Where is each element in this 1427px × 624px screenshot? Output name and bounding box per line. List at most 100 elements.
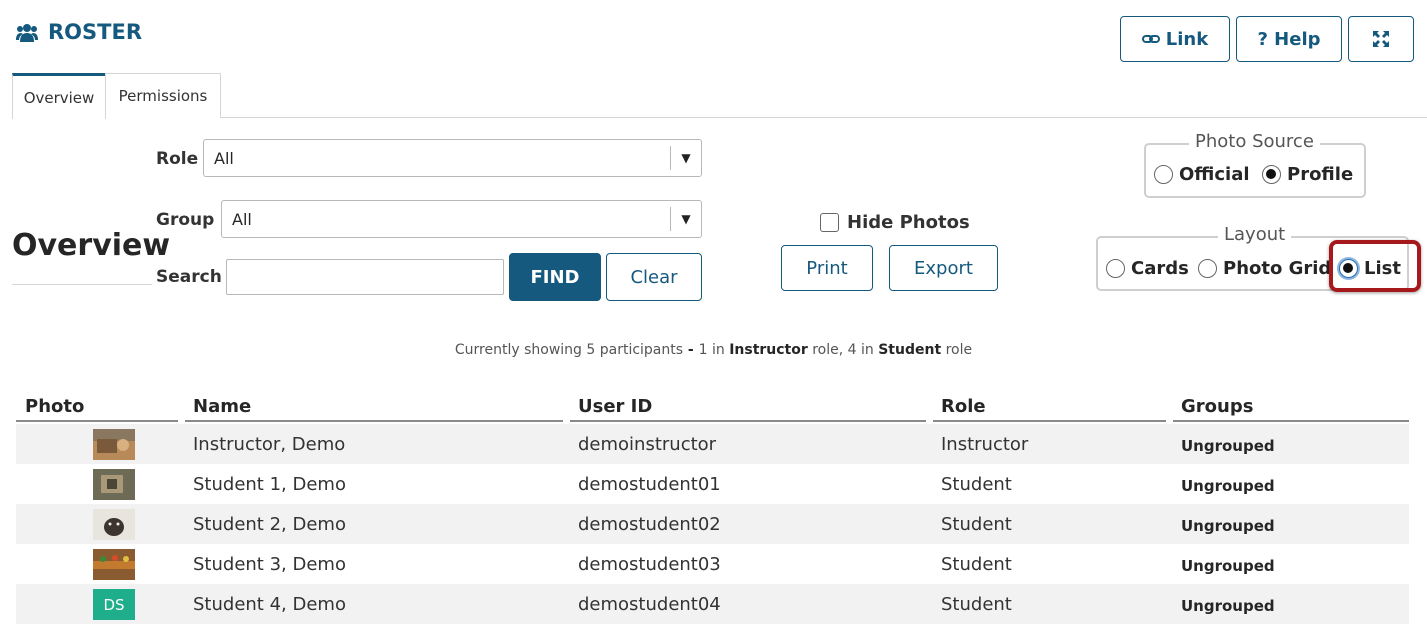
summary-count1: 1 in [698, 342, 730, 358]
profile-photo-4 [93, 549, 135, 580]
header-rule [570, 420, 926, 422]
cell-user-id: demoinstructor [578, 434, 717, 455]
photo-source-legend: Photo Source [1189, 131, 1320, 152]
cell-groups: Ungrouped [1181, 597, 1275, 615]
role-select[interactable]: All ▼ [203, 139, 702, 177]
search-input[interactable] [226, 259, 504, 295]
tab-overview-label: Overview [23, 88, 95, 107]
hide-photos-option[interactable]: Hide Photos [820, 212, 970, 233]
official-radio[interactable] [1154, 165, 1173, 184]
cards-label: Cards [1131, 258, 1189, 279]
photo-source-profile[interactable]: Profile [1262, 164, 1353, 185]
hide-photos-label: Hide Photos [847, 212, 970, 233]
cell-role: Student [941, 554, 1012, 575]
profile-photo-3 [93, 509, 135, 540]
group-select[interactable]: All ▼ [221, 200, 702, 238]
cell-groups: Ungrouped [1181, 517, 1275, 535]
cell-user-id: demostudent02 [578, 514, 721, 535]
layout-cards[interactable]: Cards [1106, 258, 1189, 279]
cell-name[interactable]: Student 3, Demo [193, 554, 346, 575]
header-rule [185, 420, 563, 422]
tabs-divider [12, 117, 1427, 118]
summary-suffix: role [941, 342, 973, 358]
profile-photo-2 [93, 469, 135, 500]
column-header-user-id[interactable]: User ID [578, 396, 652, 417]
cell-role: Student [941, 474, 1012, 495]
summary-role1: Instructor [729, 342, 808, 358]
chevron-down-icon: ▼ [670, 146, 701, 170]
group-select-value: All [232, 209, 252, 229]
initials-avatar: DS [93, 589, 135, 620]
summary-role2: Student [878, 342, 942, 358]
layout-legend: Layout [1218, 224, 1292, 245]
photo-grid-radio[interactable] [1198, 259, 1217, 278]
cell-name[interactable]: Student 1, Demo [193, 474, 346, 495]
find-button[interactable]: FIND [509, 253, 601, 301]
cards-radio[interactable] [1106, 259, 1125, 278]
tool-title: ROSTER [16, 20, 142, 44]
fullscreen-button[interactable] [1348, 16, 1414, 62]
profile-radio[interactable] [1262, 165, 1281, 184]
help-label: ? Help [1257, 28, 1321, 50]
expand-icon [1373, 31, 1389, 47]
heading-divider [12, 284, 152, 285]
tab-permissions-label: Permissions [118, 87, 208, 105]
photo-source-official[interactable]: Official [1154, 164, 1250, 185]
participants-summary: Currently showing 5 participants - 1 in … [0, 342, 1427, 358]
cell-name[interactable]: Student 2, Demo [193, 514, 346, 535]
page-heading: Overview [12, 228, 171, 263]
header-rule [1173, 420, 1409, 422]
print-label: Print [806, 257, 848, 279]
photo-grid-label: Photo Grid [1223, 258, 1332, 279]
link-button[interactable]: Link [1120, 16, 1230, 62]
column-header-groups[interactable]: Groups [1181, 396, 1253, 417]
table-row[interactable]: Student 1, Demo demostudent01 Student Un… [16, 464, 1409, 504]
cell-groups: Ungrouped [1181, 437, 1275, 455]
chevron-down-icon: ▼ [670, 207, 701, 231]
header-rule [933, 420, 1166, 422]
profile-photo-1 [93, 429, 135, 460]
tab-overview[interactable]: Overview [12, 73, 106, 119]
role-label: Role [156, 149, 199, 169]
summary-separator: - [683, 342, 699, 358]
table-row[interactable]: Instructor, Demo demoinstructor Instruct… [16, 424, 1409, 464]
layout-list[interactable]: List [1339, 258, 1401, 279]
cell-user-id: demostudent01 [578, 474, 721, 495]
cell-role: Student [941, 514, 1012, 535]
column-header-photo[interactable]: Photo [25, 396, 84, 417]
cell-groups: Ungrouped [1181, 557, 1275, 575]
column-header-name[interactable]: Name [193, 396, 251, 417]
cell-name[interactable]: Student 4, Demo [193, 594, 346, 615]
role-select-value: All [214, 148, 234, 168]
export-label: Export [914, 257, 973, 279]
summary-text: Currently showing 5 participants [454, 342, 684, 358]
column-header-role[interactable]: Role [941, 396, 986, 417]
group-label: Group [156, 210, 215, 230]
link-label: Link [1165, 28, 1209, 50]
cell-role: Instructor [941, 434, 1029, 455]
clear-label: Clear [630, 266, 678, 288]
cell-groups: Ungrouped [1181, 477, 1275, 495]
users-icon [16, 24, 38, 42]
table-row[interactable]: DS Student 4, Demo demostudent04 Student… [16, 584, 1409, 624]
layout-photo-grid[interactable]: Photo Grid [1198, 258, 1331, 279]
list-label: List [1364, 258, 1401, 279]
cell-user-id: demostudent03 [578, 554, 721, 575]
list-radio[interactable] [1339, 259, 1358, 278]
cell-name[interactable]: Instructor, Demo [193, 434, 345, 455]
search-label: Search [156, 267, 222, 287]
cell-role: Student [941, 594, 1012, 615]
profile-label: Profile [1287, 164, 1354, 185]
cell-user-id: demostudent04 [578, 594, 721, 615]
clear-button[interactable]: Clear [606, 253, 702, 301]
hide-photos-checkbox[interactable] [820, 213, 839, 232]
table-row[interactable]: Student 2, Demo demostudent02 Student Un… [16, 504, 1409, 544]
print-button[interactable]: Print [781, 245, 873, 291]
table-row[interactable]: Student 3, Demo demostudent03 Student Un… [16, 544, 1409, 584]
help-button[interactable]: ? Help [1236, 16, 1342, 62]
tab-permissions[interactable]: Permissions [105, 73, 221, 118]
export-button[interactable]: Export [889, 245, 998, 291]
find-label: FIND [530, 266, 580, 288]
summary-mid: role, 4 in [807, 342, 879, 358]
header-rule [16, 420, 178, 422]
